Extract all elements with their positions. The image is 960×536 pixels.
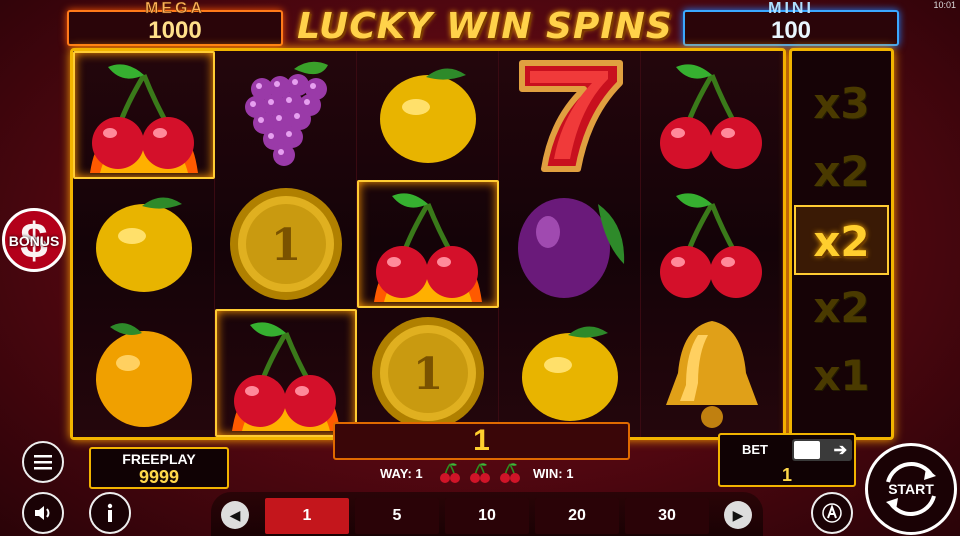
chevron-right-icon: ▶ (732, 506, 744, 523)
bonus-label: BONUS (8, 233, 60, 249)
symbol-cherry (641, 51, 783, 179)
line-option-1[interactable]: 1 (265, 498, 349, 534)
start-button[interactable]: START (865, 443, 957, 535)
symbol-lemon (499, 309, 641, 437)
reel-2: 1 (215, 51, 357, 437)
cherry-icon (500, 463, 520, 483)
win-info: WIN: 1 (533, 466, 574, 481)
menu-button[interactable] (22, 441, 64, 483)
multiplier-x1: x1 (813, 351, 870, 400)
info-button[interactable] (89, 492, 131, 534)
start-label: START (888, 481, 934, 497)
line-option-30[interactable]: 30 (625, 498, 709, 534)
symbol-cherry (641, 180, 783, 308)
clock: 10:01 (933, 0, 956, 10)
symbol-orange (73, 309, 215, 437)
info-icon (107, 503, 113, 522)
bet-toggle[interactable]: ➔ (792, 439, 852, 461)
mega-value: 1000 (148, 17, 202, 44)
reel-area: 11 (70, 48, 786, 440)
cherry-icon (470, 463, 490, 483)
freeplay-box: FREEPLAY 9999 (89, 447, 229, 489)
bet-box[interactable]: BET ➔ 1 (718, 433, 856, 487)
toggle-knob (794, 441, 820, 459)
symbol-coin: 1 (215, 180, 357, 308)
way-info: WAY: 1 (380, 466, 423, 481)
multiplier-x2: x2 (813, 147, 870, 196)
symbol-bell (641, 309, 783, 437)
bet-label: BET (742, 442, 768, 457)
symbol-cherry-fire (357, 180, 499, 308)
symbol-cherry-fire (215, 309, 357, 437)
symbol-lemon (357, 51, 499, 179)
svg-text:1: 1 (413, 349, 444, 400)
line-option-20[interactable]: 20 (535, 498, 619, 534)
reel-5 (641, 51, 783, 437)
multiplier-column: x3 x2 x2 x2 x1 (789, 48, 894, 440)
autoplay-button[interactable] (811, 492, 853, 534)
cherry-icon (440, 463, 460, 483)
chevron-left-icon: ◀ (229, 506, 241, 523)
bonus-button[interactable]: $ BONUS (2, 208, 66, 272)
svg-text:1: 1 (271, 220, 302, 271)
mega-jackpot: MEGA 1000 (67, 0, 283, 46)
win-display: 1 (333, 422, 630, 460)
autoplay-icon (822, 503, 842, 523)
symbol-lemon (73, 180, 215, 308)
reel-1 (73, 51, 215, 437)
multiplier-x3: x3 (813, 79, 870, 128)
mega-label: MEGA (145, 0, 205, 17)
arrow-right-icon: ➔ (833, 442, 847, 459)
symbol-coin: 1 (357, 309, 499, 437)
line-option-5[interactable]: 5 (355, 498, 439, 534)
line-option-10[interactable]: 10 (445, 498, 529, 534)
next-line-button[interactable]: ▶ (724, 501, 752, 529)
bet-value: 1 (781, 465, 792, 485)
mini-label: MINI (768, 0, 814, 17)
prev-line-button[interactable]: ◀ (221, 501, 249, 529)
mini-jackpot: MINI 100 (683, 0, 899, 46)
menu-icon (34, 455, 52, 470)
mini-value: 100 (770, 17, 812, 44)
freeplay-value: 9999 (138, 467, 180, 487)
symbol-cherry-fire (73, 51, 215, 179)
multiplier-x2: x2 (813, 283, 870, 332)
reel-4 (499, 51, 641, 437)
speaker-icon (35, 506, 50, 520)
sound-button[interactable] (22, 492, 64, 534)
symbol-seven (499, 51, 641, 179)
symbol-plum (499, 180, 641, 308)
symbol-grapes (215, 51, 357, 179)
freeplay-label: FREEPLAY (122, 451, 196, 467)
reel-3: 1 (357, 51, 499, 437)
multiplier-x2: x2 (794, 205, 889, 275)
